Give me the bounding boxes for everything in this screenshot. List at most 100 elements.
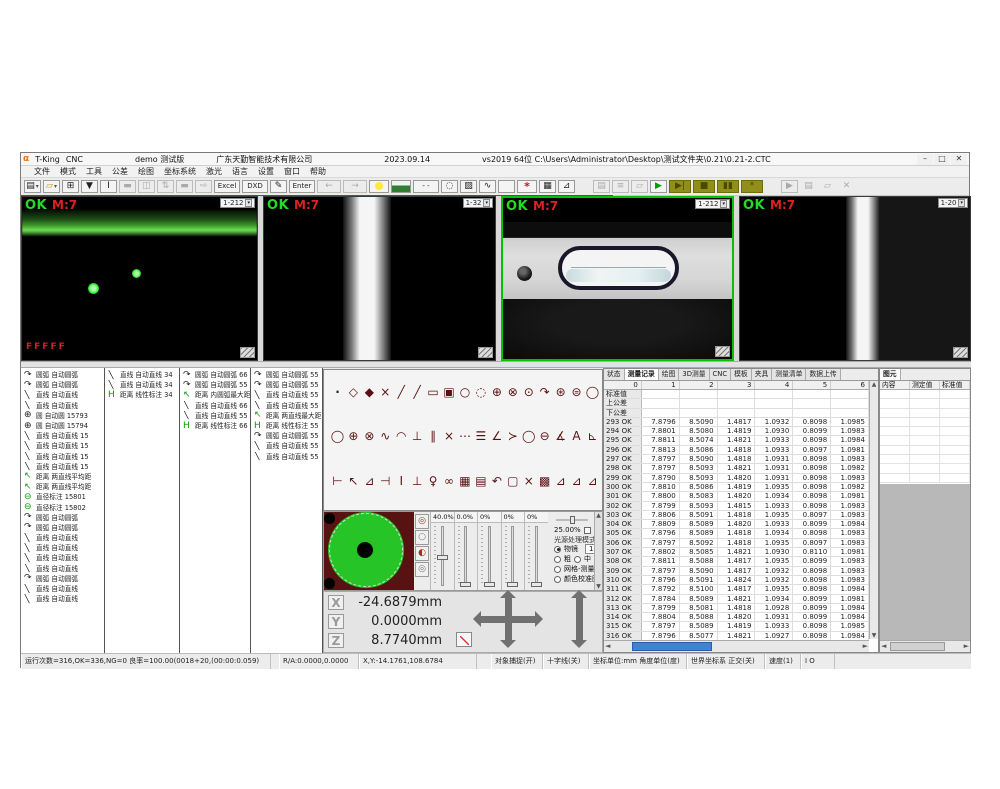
table-row[interactable]: 297 OK7.87978.50901.48181.09310.80981.09… <box>604 455 869 464</box>
construct-tool-icon[interactable]: ◯ <box>521 428 536 445</box>
element-list-item[interactable]: ╲直线 自动直线 55 <box>251 441 322 451</box>
stage-move-icon[interactable]: ⊞ <box>62 180 79 193</box>
table-row[interactable]: 303 OK7.88068.50911.48181.09350.80971.09… <box>604 511 869 520</box>
element-list-item[interactable]: ╲直线 自动直线 <box>21 584 104 594</box>
primitives-row[interactable] <box>880 436 970 445</box>
light-slider[interactable]: 0% <box>477 512 501 590</box>
primitives-row[interactable] <box>880 446 970 455</box>
construct-tool-icon[interactable]: ⊾ <box>585 428 600 445</box>
element-list-item[interactable]: ↷圆弧 自动圆弧 55 <box>251 370 322 380</box>
table-tab[interactable]: CNC <box>710 369 732 380</box>
probe-icon[interactable]: ▼ <box>81 180 98 193</box>
dxd-button[interactable]: DXD <box>242 180 268 193</box>
coarse-radio[interactable] <box>554 556 561 563</box>
save-run-icon[interactable]: ▤ <box>593 180 610 193</box>
menu-item[interactable]: 设置 <box>253 166 279 177</box>
chart-icon[interactable]: ⊿ <box>558 180 575 193</box>
table-tab[interactable]: 状态 <box>604 369 625 380</box>
element-list-item[interactable]: ↷圆弧 自动圆弧 55 <box>251 380 322 390</box>
measure-tool-icon[interactable]: ↷ <box>537 384 552 401</box>
element-list-item[interactable]: ╲直线 自动直线 55 <box>251 452 322 462</box>
table-row[interactable]: 300 OK7.88108.50861.48191.09350.80981.09… <box>604 483 869 492</box>
table-row[interactable]: 307 OK7.88028.50851.48211.09300.81101.09… <box>604 548 869 557</box>
open-folder-icon[interactable]: ▱ <box>43 180 60 193</box>
light-slider[interactable]: 0.0% <box>454 512 478 590</box>
resize-grip-icon[interactable] <box>478 347 493 358</box>
construct-tool-icon[interactable]: ∿ <box>378 428 393 445</box>
camera-range-dropdown[interactable]: 1-212▾ <box>220 198 255 208</box>
element-list-item[interactable]: ╲直线 自动直线 55 <box>251 401 322 411</box>
beam-tool-icon[interactable]: I <box>100 180 117 193</box>
save-icon[interactable]: ▤ <box>24 180 41 193</box>
table-row[interactable]: 293 OK7.87968.50901.48171.09320.80981.09… <box>604 418 869 427</box>
camera-pane-1[interactable]: OK M:7 1-212▾ FFFFF <box>21 196 258 361</box>
construct-tool-icon[interactable]: ∠ <box>489 428 504 445</box>
light-segment-button[interactable]: ◎ <box>415 562 429 577</box>
dimension-tool-icon[interactable]: ⊿ <box>569 473 584 490</box>
diagonal-move-button[interactable] <box>456 632 472 647</box>
folder-run-icon[interactable]: ▱ <box>631 180 648 193</box>
element-list-item[interactable]: ↷圆弧 自动圆弧 66 <box>180 370 250 380</box>
measure-tool-icon[interactable]: ⊙ <box>521 384 536 401</box>
element-list-item[interactable]: ╲直线 自动直线 <box>21 543 104 553</box>
measure-tool-icon[interactable]: ⊕ <box>489 384 504 401</box>
primitives-row[interactable] <box>880 399 970 408</box>
slider-thumb[interactable] <box>484 582 495 587</box>
vertical-scrollbar[interactable]: ▲▼ <box>869 381 878 639</box>
table-tab[interactable]: 绘图 <box>659 369 680 380</box>
dimension-tool-icon[interactable]: ⊿ <box>362 473 377 490</box>
table-row[interactable]: 302 OK7.87998.50931.48151.09330.80981.09… <box>604 502 869 511</box>
resize-grip-icon[interactable] <box>953 347 968 358</box>
laser-star-icon[interactable]: * <box>517 180 537 193</box>
dimension-tool-icon[interactable]: ▤ <box>473 473 488 490</box>
measure-tool-icon[interactable]: ⊜ <box>569 384 584 401</box>
element-list-item[interactable]: ╲直线 自动直线 15 <box>21 452 104 462</box>
dimension-tool-icon[interactable]: ↶ <box>489 473 504 490</box>
play-disabled-icon[interactable]: ▶ <box>781 180 798 193</box>
dimension-tool-icon[interactable]: ↖ <box>346 473 361 490</box>
element-list-item[interactable]: ↖距离 两直线平均距 <box>21 472 104 482</box>
menu-item[interactable]: 绘图 <box>133 166 159 177</box>
table-tab[interactable]: 模板 <box>731 369 752 380</box>
measure-tool-icon[interactable]: ◆ <box>362 384 377 401</box>
lens-down-icon[interactable]: ◫ <box>138 180 155 193</box>
measure-tool-icon[interactable]: ╱ <box>410 384 425 401</box>
element-list-item[interactable]: ╲直线 自动直线 <box>21 553 104 563</box>
measure-tool-icon[interactable]: × <box>378 384 393 401</box>
primitives-row[interactable] <box>880 409 970 418</box>
element-list-item[interactable]: ⊖直径标注 15802 <box>21 502 104 512</box>
table-row[interactable]: 标准值 <box>604 390 869 399</box>
element-list-item[interactable]: ╲直线 自动直线 55 <box>251 390 322 400</box>
slider-thumb[interactable] <box>570 516 575 524</box>
annotate-icon[interactable]: ✎ <box>270 180 287 193</box>
primitives-tab[interactable]: 图元 <box>880 369 901 380</box>
menu-item[interactable]: 文件 <box>29 166 55 177</box>
element-list-item[interactable]: ↷圆弧 自动圆弧 <box>21 523 104 533</box>
minimize-button[interactable]: – <box>917 154 933 165</box>
element-list-item[interactable]: ↖距离 两直线平均距 <box>21 482 104 492</box>
ring-light-preview[interactable] <box>324 512 414 590</box>
table-row[interactable]: 上公差 <box>604 399 869 408</box>
construct-tool-icon[interactable]: ⋯ <box>458 428 473 445</box>
table-row[interactable]: 298 OK7.87978.50931.48211.09310.80981.09… <box>604 464 869 473</box>
menu-item[interactable]: 激光 <box>201 166 227 177</box>
menu-item[interactable]: 语言 <box>227 166 253 177</box>
open-disabled-icon[interactable]: ▱ <box>819 180 836 193</box>
light-segment-button[interactable]: ◐ <box>415 546 429 561</box>
primitives-row[interactable] <box>880 418 970 427</box>
image-icon[interactable] <box>391 180 411 193</box>
element-list-item[interactable]: ↷圆弧 自动圆弧 55 <box>180 380 250 390</box>
element-list-item[interactable]: ↷圆弧 自动圆弧 <box>21 574 104 584</box>
element-list-item[interactable]: ↷圆弧 自动圆弧 <box>21 370 104 380</box>
horizontal-scrollbar[interactable]: ◄► <box>880 640 970 652</box>
forward-icon[interactable]: → <box>343 180 367 193</box>
dash-button[interactable]: - - <box>413 180 439 193</box>
dimension-tool-icon[interactable]: ▢ <box>505 473 520 490</box>
blank-button[interactable] <box>498 180 515 193</box>
mid-radio[interactable] <box>574 556 581 563</box>
camera-range-dropdown[interactable]: 1-32▾ <box>463 198 493 208</box>
scrollbar-thumb[interactable] <box>632 642 712 651</box>
table-tab[interactable]: 测量记录 <box>625 369 659 380</box>
primitives-row[interactable] <box>880 464 970 473</box>
table-tab[interactable]: 数据上传 <box>806 369 840 380</box>
